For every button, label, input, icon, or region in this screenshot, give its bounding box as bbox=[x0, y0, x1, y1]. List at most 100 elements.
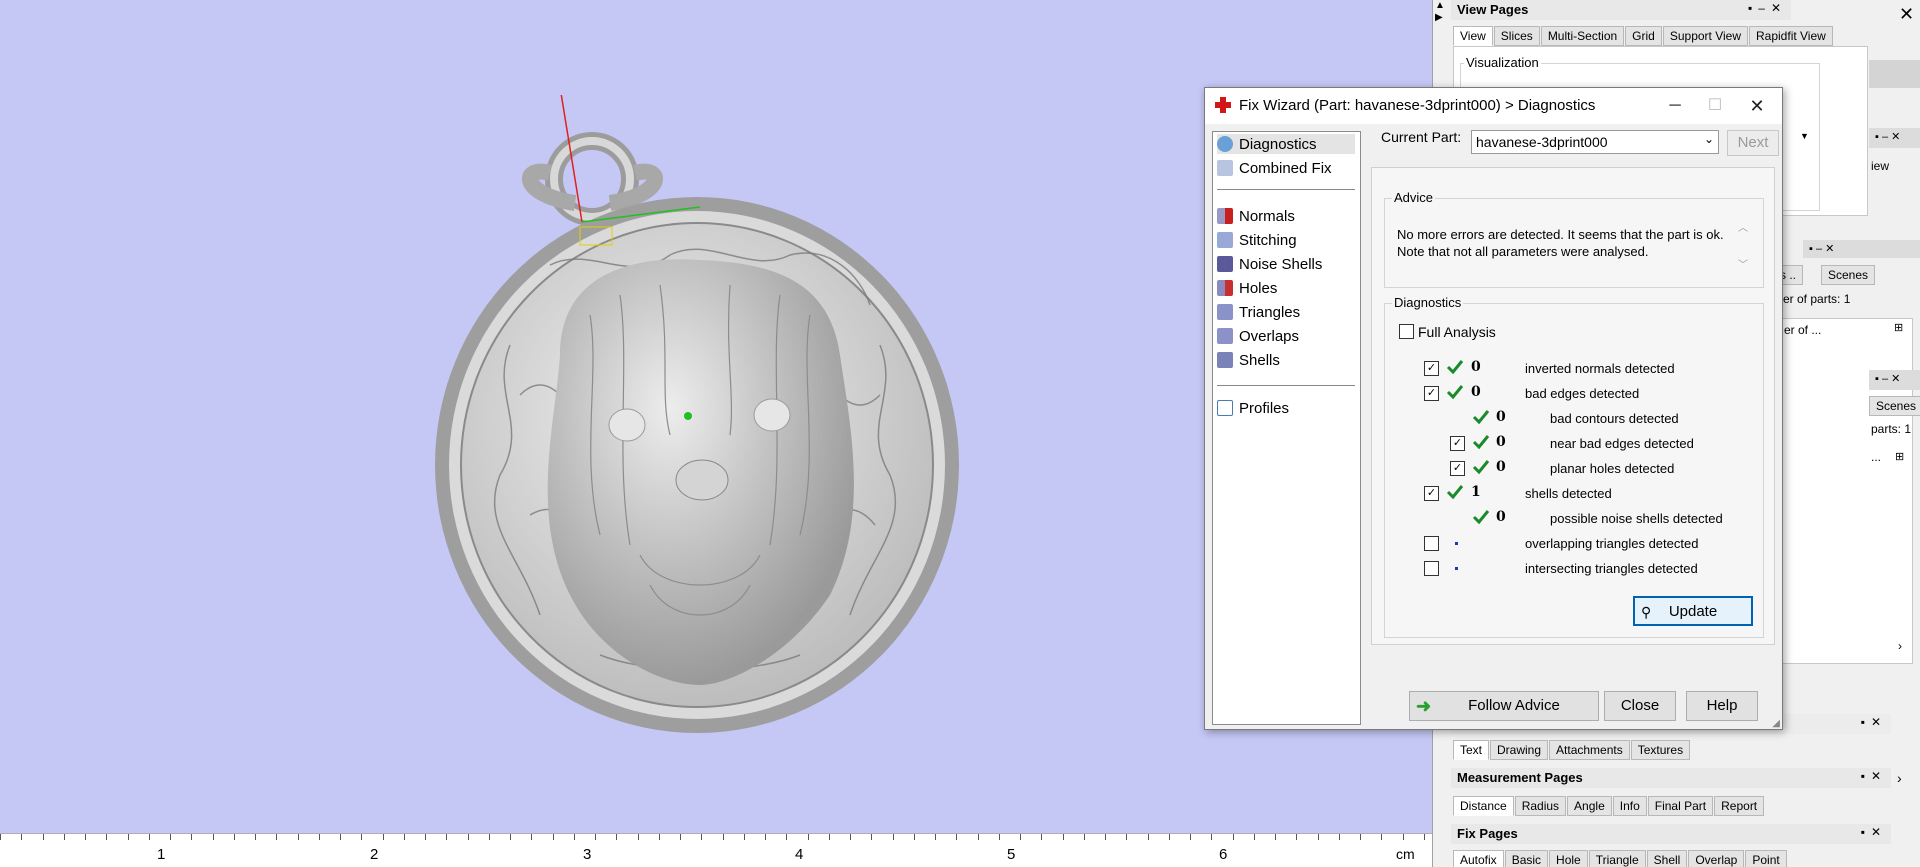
diagnostic-checkbox[interactable]: ✓ bbox=[1450, 436, 1465, 451]
dropdown-arrow-icon[interactable]: ▼ bbox=[1800, 131, 1809, 141]
full-analysis-checkbox[interactable] bbox=[1399, 324, 1414, 339]
panel-controls-icon[interactable]: ▪ – ✕ bbox=[1803, 240, 1920, 258]
advice-scrollbar[interactable]: ︿ ﹀ bbox=[1733, 219, 1753, 281]
chevron-right-icon[interactable]: › bbox=[1897, 770, 1902, 786]
tab-angle[interactable]: Angle bbox=[1567, 796, 1612, 816]
ruler-label: 2 bbox=[370, 846, 379, 863]
resize-grip-icon[interactable]: ◢ bbox=[1772, 718, 1780, 729]
current-part-select[interactable]: havanese-3dprint000 ⌄ bbox=[1471, 130, 1719, 154]
panel-controls-icon[interactable]: ▪✕ bbox=[1861, 715, 1887, 729]
triangles-icon bbox=[1217, 304, 1233, 320]
tab-rapidfit-view[interactable]: Rapidfit View bbox=[1749, 26, 1833, 46]
nav-item-diagnostics[interactable]: Diagnostics bbox=[1217, 134, 1355, 154]
arrow-right-icon: ➜ bbox=[1416, 696, 1432, 716]
ruler-tick bbox=[658, 834, 660, 840]
ruler-tick bbox=[276, 834, 278, 840]
close-icon[interactable]: ✕ bbox=[1737, 92, 1777, 120]
nav-item-label: Triangles bbox=[1239, 303, 1301, 321]
tab-textures[interactable]: Textures bbox=[1630, 740, 1691, 760]
parts-list-item[interactable]: ... bbox=[1871, 450, 1881, 464]
ruler-label: 1 bbox=[157, 846, 166, 863]
ruler-tick bbox=[1253, 834, 1255, 840]
ruler-tick bbox=[1338, 834, 1340, 840]
tab-scenes[interactable]: Scenes bbox=[1869, 396, 1920, 416]
tab-scenes[interactable]: Scenes bbox=[1821, 265, 1876, 285]
ruler-tick bbox=[743, 834, 745, 840]
maximize-icon[interactable]: ☐ bbox=[1695, 92, 1735, 120]
scroll-right-icon[interactable]: › bbox=[1898, 639, 1902, 653]
nav-item-noise-shells[interactable]: Noise Shells bbox=[1217, 254, 1322, 274]
diagnostic-checkbox[interactable] bbox=[1424, 536, 1439, 551]
tab-support-view[interactable]: Support View bbox=[1662, 26, 1748, 46]
panel-controls-icon[interactable]: ▪ – ✕ bbox=[1869, 128, 1920, 148]
grid-icon[interactable]: ⊞ bbox=[1895, 450, 1904, 463]
diagnostic-count: 0 bbox=[1471, 359, 1481, 375]
view-pages-tabs: View Slices Multi-Section Grid Support V… bbox=[1453, 26, 1834, 46]
tab-view[interactable]: View bbox=[1453, 26, 1493, 46]
tab-report[interactable]: Report bbox=[1714, 796, 1765, 816]
ruler-tick bbox=[1020, 834, 1021, 840]
nav-item-holes[interactable]: Holes bbox=[1217, 278, 1277, 298]
check-icon bbox=[1472, 510, 1490, 525]
panel-pin-icon[interactable]: ▲ ▶ bbox=[1435, 0, 1449, 40]
pendant-model bbox=[435, 95, 959, 733]
tab-hole[interactable]: Hole bbox=[1549, 850, 1588, 867]
diagnostic-checkbox[interactable]: ✓ bbox=[1424, 386, 1439, 401]
ruler-tick bbox=[1105, 834, 1106, 840]
nav-item-shells[interactable]: Shells bbox=[1217, 350, 1280, 370]
grid-icon[interactable]: ⊞ bbox=[1894, 321, 1903, 334]
follow-advice-button[interactable]: ➜ Follow Advice bbox=[1409, 691, 1599, 721]
ruler-tick bbox=[1168, 834, 1170, 840]
ruler-tick bbox=[318, 834, 320, 840]
tab-multi-section[interactable]: Multi-Section bbox=[1540, 26, 1625, 46]
nav-item-overlaps[interactable]: Overlaps bbox=[1217, 326, 1299, 346]
panel-controls-icon[interactable]: ▪✕ bbox=[1861, 825, 1887, 839]
next-button[interactable]: Next bbox=[1727, 130, 1779, 156]
tab-autofix[interactable]: Autofix bbox=[1453, 850, 1504, 867]
tab-triangle[interactable]: Triangle bbox=[1588, 850, 1646, 867]
close-icon[interactable]: ✕ bbox=[1899, 4, 1914, 25]
ruler-tick bbox=[637, 834, 639, 840]
nav-item-label: Normals bbox=[1239, 207, 1295, 225]
ruler-tick bbox=[170, 834, 171, 840]
tab-shell[interactable]: Shell bbox=[1646, 850, 1688, 867]
diagnostic-checkbox[interactable]: ✓ bbox=[1450, 461, 1465, 476]
update-button-label: Update bbox=[1668, 603, 1718, 620]
dialog-titlebar[interactable]: Fix Wizard (Part: havanese-3dprint000) >… bbox=[1205, 88, 1782, 124]
ruler-tick bbox=[1211, 834, 1213, 840]
ruler-tick bbox=[828, 834, 830, 840]
tab-final-part[interactable]: Final Part bbox=[1647, 796, 1714, 816]
diagnostic-checkbox[interactable] bbox=[1424, 561, 1439, 576]
minimize-icon[interactable]: ─ bbox=[1655, 92, 1695, 120]
update-button[interactable]: ⚲ Update bbox=[1633, 596, 1753, 626]
tab-radius[interactable]: Radius bbox=[1514, 796, 1567, 816]
diagnostic-checkbox[interactable]: ✓ bbox=[1424, 361, 1439, 376]
nav-item-profiles[interactable]: Profiles bbox=[1217, 398, 1289, 418]
tab-drawing[interactable]: Drawing bbox=[1490, 740, 1549, 760]
nav-item-combined-fix[interactable]: Combined Fix bbox=[1217, 158, 1332, 178]
tab-slices[interactable]: Slices bbox=[1493, 26, 1540, 46]
ruler-tick bbox=[807, 834, 809, 840]
tab-attachments[interactable]: Attachments bbox=[1549, 740, 1630, 760]
tab-info[interactable]: Info bbox=[1612, 796, 1647, 816]
ruler-tick bbox=[616, 834, 618, 840]
tab-grid[interactable]: Grid bbox=[1625, 26, 1662, 46]
help-button[interactable]: Help bbox=[1686, 691, 1758, 721]
panel-controls-icon[interactable]: ▪–✕ bbox=[1748, 1, 1787, 15]
profiles-icon bbox=[1217, 400, 1233, 416]
ruler-label: 5 bbox=[1007, 846, 1016, 863]
tab-overlap[interactable]: Overlap bbox=[1688, 850, 1745, 867]
ruler-tick bbox=[1423, 834, 1425, 840]
tab-text[interactable]: Text bbox=[1453, 740, 1490, 760]
close-button[interactable]: Close bbox=[1604, 691, 1676, 721]
panel-tab-fragment[interactable]: iew bbox=[1871, 159, 1889, 173]
tab-point[interactable]: Point bbox=[1745, 850, 1787, 867]
panel-controls-icon[interactable]: ▪✕ bbox=[1861, 769, 1887, 783]
nav-item-stitching[interactable]: Stitching bbox=[1217, 230, 1297, 250]
tab-distance[interactable]: Distance bbox=[1453, 796, 1514, 816]
nav-item-normals[interactable]: Normals bbox=[1217, 206, 1295, 226]
panel-controls-icon[interactable]: ▪ – ✕ bbox=[1869, 370, 1920, 390]
nav-item-triangles[interactable]: Triangles bbox=[1217, 302, 1300, 322]
tab-basic[interactable]: Basic bbox=[1504, 850, 1549, 867]
diagnostic-checkbox[interactable]: ✓ bbox=[1424, 486, 1439, 501]
